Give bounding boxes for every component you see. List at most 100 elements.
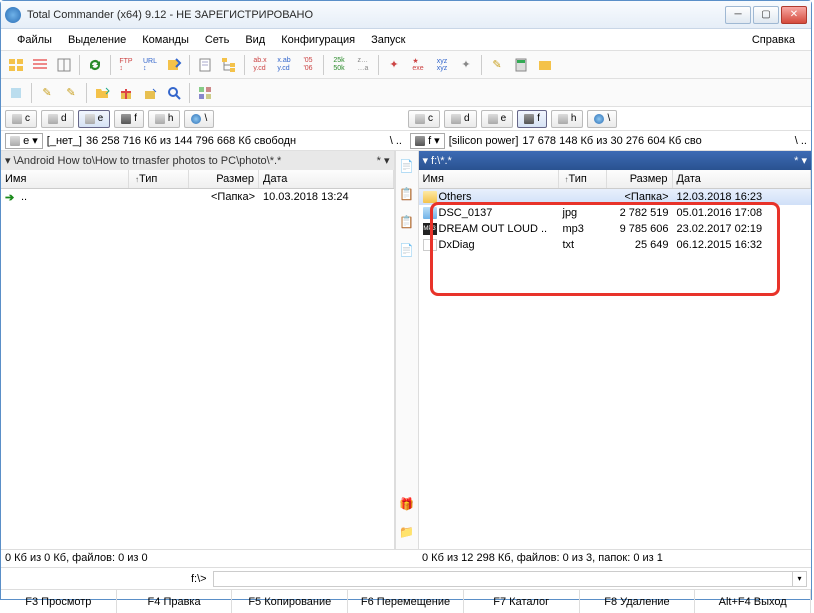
tb-exe-icon[interactable]: ★exe [407, 54, 429, 76]
menu-selection[interactable]: Выделение [60, 32, 134, 48]
tb-05-icon[interactable]: '05'06 [297, 54, 319, 76]
right-columns: Имя ↑Тип Размер Дата [419, 170, 812, 189]
mid-gift-icon[interactable]: 🎁 [398, 495, 416, 513]
left-drive-select[interactable]: e ▾ [5, 133, 43, 149]
col-date[interactable]: Дата [259, 170, 394, 188]
tab-dropdown-icon[interactable]: ▾ [5, 154, 11, 167]
tb-icon-2[interactable] [29, 54, 51, 76]
tb-tree-icon[interactable] [218, 54, 240, 76]
menu-files[interactable]: Файлы [9, 32, 60, 48]
toolbar-main: FTP↕ URL↕ ab.xy.cd x.aby.cd '05'06 25k50… [1, 51, 811, 79]
menu-commands[interactable]: Команды [134, 32, 197, 48]
tb-icon-3[interactable] [53, 54, 75, 76]
drive-e[interactable]: e [78, 110, 111, 128]
tb-25k-icon[interactable]: 25k50k [328, 54, 350, 76]
tb2-1-icon[interactable] [5, 82, 27, 104]
tb-xab-icon[interactable]: x.aby.cd [273, 54, 295, 76]
tb2-open-icon[interactable] [91, 82, 113, 104]
status-bar: 0 Кб из 0 Кб, файлов: 0 из 0 0 Кб из 12 … [1, 549, 811, 567]
close-button[interactable]: ✕ [781, 6, 807, 24]
cmdline-dropdown-icon[interactable]: ▾ [793, 571, 807, 587]
tb2-wand1-icon[interactable]: ✎ [36, 82, 58, 104]
mid-copy-icon[interactable]: 📋 [398, 185, 416, 203]
col-type[interactable]: ↑Тип [559, 170, 607, 188]
right-drive-select[interactable]: f ▾ [410, 133, 445, 149]
menu-net[interactable]: Сеть [197, 32, 237, 48]
tb-notepad-icon[interactable] [194, 54, 216, 76]
tb2-gift-icon[interactable] [115, 82, 137, 104]
tb2-wand2-icon[interactable]: ✎ [60, 82, 82, 104]
right-file-list[interactable]: Others<Папка>12.03.2018 16:23DSC_0137jpg… [419, 189, 812, 549]
file-row[interactable]: MP3DREAM OUT LOUD ..mp39 785 60623.02.20… [419, 221, 812, 237]
drive-h[interactable]: h [551, 110, 584, 128]
tb-wand-icon[interactable]: ✎ [486, 54, 508, 76]
tb-xyz-icon[interactable]: xyzxyz [431, 54, 453, 76]
tb-refresh-icon[interactable] [84, 54, 106, 76]
drive-c[interactable]: c [5, 110, 37, 128]
tb-star2-icon[interactable]: ✦ [455, 54, 477, 76]
right-nav-up[interactable]: \ .. [795, 135, 807, 147]
right-tab[interactable]: ▾ f:\*.* * ▾ [419, 151, 812, 170]
tb-ftp2-icon[interactable] [163, 54, 185, 76]
cmdline-path: f:\> [185, 573, 213, 585]
middle-bar: 📄 📋 📋 📄 🎁 📁 [395, 151, 419, 549]
mid-doc-icon[interactable]: 📄 [398, 157, 416, 175]
drive-d[interactable]: d [41, 110, 74, 128]
drive-f[interactable]: f [517, 110, 547, 128]
left-drive-space: 36 258 716 Кб из 144 796 668 Кб свободн [86, 135, 296, 147]
drive-h[interactable]: h [148, 110, 181, 128]
mid-new-icon[interactable]: 📄 [398, 241, 416, 259]
drive-e[interactable]: e [481, 110, 514, 128]
drive-network-icon[interactable]: \ [184, 110, 214, 128]
window-title: Total Commander (x64) 9.12 - НЕ ЗАРЕГИСТ… [27, 9, 725, 21]
menu-help[interactable]: Справка [744, 32, 803, 48]
left-nav-up[interactable]: \ .. [390, 135, 402, 147]
col-type[interactable]: ↑Тип [129, 170, 189, 188]
tb-calc-icon[interactable] [510, 54, 532, 76]
info-bar: e ▾ [_нет_] 36 258 716 Кб из 144 796 668… [1, 131, 811, 151]
menu-view[interactable]: Вид [237, 32, 273, 48]
file-row[interactable]: DxDiagtxt25 64906.12.2015 16:32 [419, 237, 812, 253]
drive-f[interactable]: f [114, 110, 144, 128]
tb-folder-icon[interactable] [534, 54, 556, 76]
tb-icon-1[interactable] [5, 54, 27, 76]
left-drive-label: [_нет_] [47, 135, 82, 147]
tb-star-icon[interactable]: ✦ [383, 54, 405, 76]
col-name[interactable]: Имя [1, 170, 129, 188]
col-name[interactable]: Имя [419, 170, 559, 188]
tab-dropdown-icon[interactable]: ▾ [423, 154, 429, 167]
tb2-grid-icon[interactable] [194, 82, 216, 104]
right-drive-space: 17 678 148 Кб из 30 276 604 Кб сво [522, 135, 701, 147]
drive-c[interactable]: c [408, 110, 440, 128]
drive-d[interactable]: d [444, 110, 477, 128]
tb-ftp-icon[interactable]: FTP↕ [115, 54, 137, 76]
cmdline-input[interactable] [213, 571, 793, 587]
mid-folder-icon[interactable]: 📁 [398, 523, 416, 541]
file-row[interactable]: Others<Папка>12.03.2018 16:23 [419, 189, 812, 205]
left-file-list[interactable]: ➔..<Папка>10.03.2018 13:24 [1, 189, 394, 549]
left-pane: ▾ \Android How to\How to trnasfer photos… [1, 151, 395, 549]
menu-launch[interactable]: Запуск [363, 32, 413, 48]
tb-za-icon[interactable]: z……a [352, 54, 374, 76]
menubar: Файлы Выделение Команды Сеть Вид Конфигу… [1, 29, 811, 51]
col-date[interactable]: Дата [673, 170, 812, 188]
drive-network-icon[interactable]: \ [587, 110, 617, 128]
left-tab[interactable]: ▾ \Android How to\How to trnasfer photos… [1, 151, 394, 170]
tb2-gift2-icon[interactable] [139, 82, 161, 104]
drive-bar: cdefh\ cdefh\ [1, 107, 811, 131]
app-icon [5, 7, 21, 23]
mid-copy2-icon[interactable]: 📋 [398, 213, 416, 231]
right-status: 0 Кб из 12 298 Кб, файлов: 0 из 3, папок… [418, 550, 811, 567]
maximize-button[interactable]: ▢ [753, 6, 779, 24]
titlebar: Total Commander (x64) 9.12 - НЕ ЗАРЕГИСТ… [1, 1, 811, 29]
col-size[interactable]: Размер [607, 170, 673, 188]
minimize-button[interactable]: ─ [725, 6, 751, 24]
file-row[interactable]: ➔..<Папка>10.03.2018 13:24 [1, 189, 394, 205]
left-path: \Android How to\How to trnasfer photos t… [14, 155, 282, 167]
tb2-search-icon[interactable] [163, 82, 185, 104]
tb-url-icon[interactable]: URL↕ [139, 54, 161, 76]
menu-config[interactable]: Конфигурация [273, 32, 363, 48]
tb-abx-icon[interactable]: ab.xy.cd [249, 54, 271, 76]
file-row[interactable]: DSC_0137jpg2 782 51905.01.2016 17:08 [419, 205, 812, 221]
col-size[interactable]: Размер [189, 170, 259, 188]
